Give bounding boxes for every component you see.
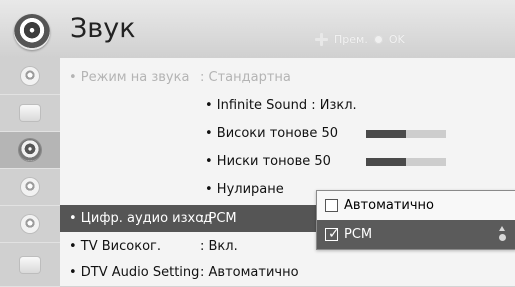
picture-icon xyxy=(21,67,39,85)
treble-label: • Високи тонове 50 xyxy=(205,126,339,141)
sidebar-item-lock[interactable] xyxy=(0,206,60,243)
digital-audio-out-label: • Цифр. аудио изход xyxy=(69,211,213,226)
infinite-sound-row[interactable]: • Infinite Sound : Изкл. xyxy=(205,92,357,119)
move-hint-label: Прем. xyxy=(334,33,368,46)
sound-icon xyxy=(19,139,41,161)
auto-checkbox[interactable] xyxy=(325,199,338,212)
dtv-audio-setting-row[interactable]: • DTV Audio Setting : Автоматично xyxy=(60,259,515,286)
ok-hint-label: OK xyxy=(388,33,405,46)
sidebar-item-channels[interactable] xyxy=(0,95,60,132)
tv-speaker-value: : Вкл. xyxy=(200,239,238,254)
navigation-hint: Прем. OK xyxy=(315,33,405,46)
treble-level-bar[interactable] xyxy=(366,130,446,138)
sidebar-item-picture[interactable] xyxy=(0,58,60,95)
reset-row[interactable]: • Нулиране xyxy=(205,176,284,203)
infinite-sound-label: • Infinite Sound : Изкл. xyxy=(205,98,357,113)
page-title: Звук xyxy=(70,13,136,44)
bass-level-fill xyxy=(366,158,406,166)
option-auto[interactable]: Автоматично xyxy=(317,191,515,220)
dpad-icon xyxy=(315,33,328,46)
dtv-audio-setting-label: • DTV Audio Setting xyxy=(69,265,200,280)
option-pcm-label: PCM xyxy=(344,227,373,242)
ok-button-icon xyxy=(373,35,383,44)
sound-mode-row[interactable]: • Режим на звука : Стандартна xyxy=(60,64,515,91)
checkmark-icon: ✓ xyxy=(328,226,340,242)
tv-speaker-label: • TV Високог. xyxy=(69,239,162,254)
scroll-indicator-icon xyxy=(498,226,507,241)
bass-level-bar[interactable] xyxy=(366,158,446,166)
option-auto-label: Автоматично xyxy=(344,198,435,213)
treble-level-fill xyxy=(366,130,406,138)
bass-label: • Ниски тонове 50 xyxy=(205,154,331,169)
reset-label: • Нулиране xyxy=(205,182,284,197)
sidebar-item-time[interactable] xyxy=(0,169,60,206)
clock-icon xyxy=(21,178,39,196)
channels-icon xyxy=(20,105,40,121)
menu-header: Звук Прем. OK xyxy=(0,0,515,59)
sound-mode-label: • Режим на звука xyxy=(69,70,190,85)
options-icon xyxy=(20,256,40,273)
pcm-checkbox[interactable]: ✓ xyxy=(325,226,340,242)
lock-icon xyxy=(21,215,39,233)
dtv-audio-setting-value: : Автоматично xyxy=(200,265,299,280)
bass-row[interactable]: • Ниски тонове 50 xyxy=(205,148,331,175)
digital-audio-out-value: : PCM xyxy=(200,211,237,226)
option-pcm[interactable]: ✓ PCM xyxy=(317,220,515,249)
sidebar-item-sound[interactable] xyxy=(0,132,60,169)
tv-settings-screen: Звук Прем. OK • Режим на звука: Стандар… xyxy=(0,0,515,287)
category-sidebar xyxy=(0,58,60,287)
sound-mode-value: : Стандартна xyxy=(200,70,291,85)
treble-row[interactable]: • Високи тонове 50 xyxy=(205,120,338,147)
sound-settings-panel: • Режим на звука : Стандартна • Infinite… xyxy=(60,58,515,286)
sound-icon xyxy=(14,14,50,50)
digital-audio-out-popup: Автоматично ✓ PCM xyxy=(316,190,515,250)
sidebar-item-options[interactable] xyxy=(0,243,60,287)
